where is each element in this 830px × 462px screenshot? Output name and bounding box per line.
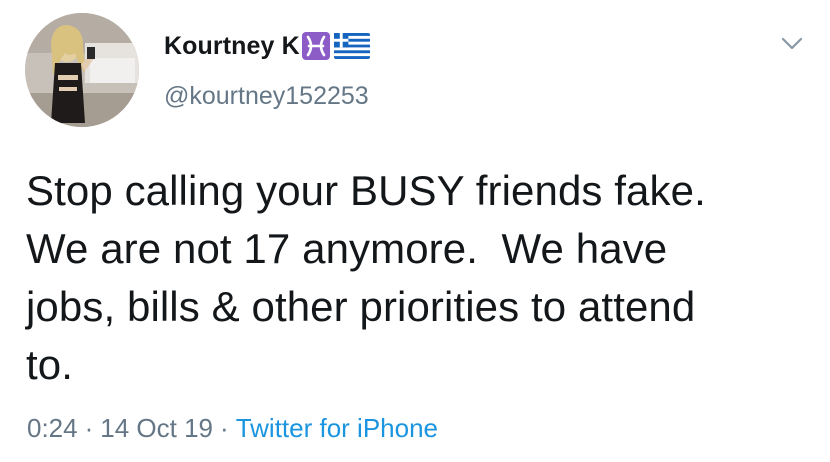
meta-separator: ·: [84, 413, 94, 443]
meta-separator: ·: [220, 413, 229, 443]
avatar[interactable]: [25, 13, 139, 127]
tweet-time[interactable]: 0:24: [27, 413, 78, 444]
user-handle[interactable]: @kourtney152253: [164, 82, 369, 111]
chevron-down-icon[interactable]: [779, 30, 805, 56]
tweet-metadata: 0:24 · 14 Oct 19 · Twitter for iPhone: [27, 413, 438, 444]
tweet-source-link[interactable]: Twitter for iPhone: [236, 413, 438, 444]
avatar-photo: [25, 13, 139, 127]
tweet-card: Kourtney K @kourtney152253 Stop calling …: [0, 0, 830, 462]
display-name-row[interactable]: Kourtney K: [164, 28, 370, 64]
tweet-text: Stop calling your BUSY friends fake. We …: [26, 167, 706, 388]
display-name[interactable]: Kourtney K: [164, 32, 300, 61]
greece-flag-icon: [333, 33, 370, 59]
pisces-emoji-icon: [301, 32, 330, 60]
tweet-date[interactable]: 14 Oct 19: [100, 413, 213, 444]
